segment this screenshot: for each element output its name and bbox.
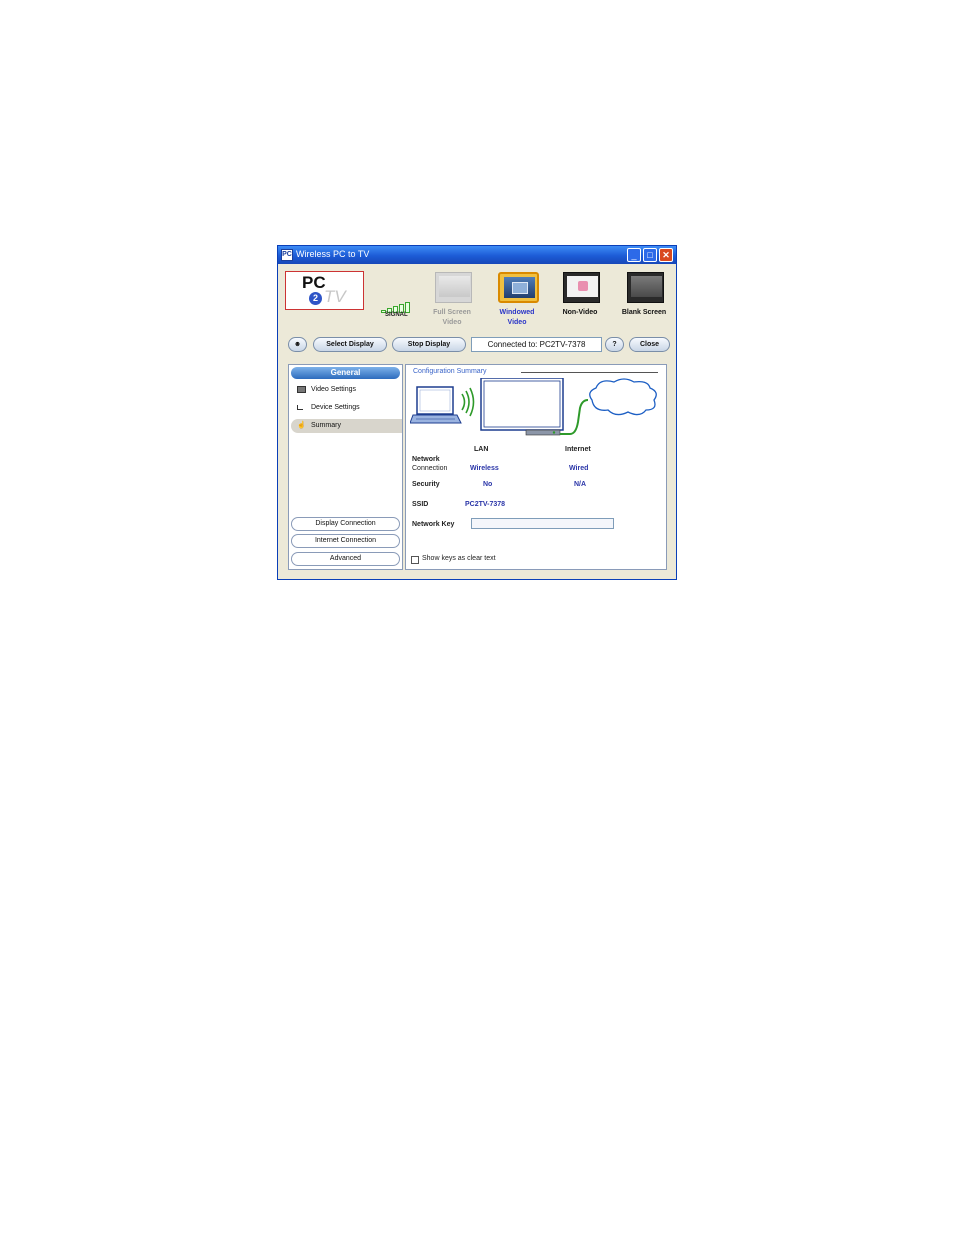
stop-display-button[interactable]: Stop Display <box>392 337 466 352</box>
tv-icon <box>480 378 564 436</box>
ssid-value: PC2TV-7378 <box>465 501 506 508</box>
network-key-field[interactable] <box>471 518 614 529</box>
show-keys-label[interactable]: Show keys as clear text <box>422 555 496 562</box>
sidebar-item-label: Video Settings <box>311 386 357 393</box>
ssid-label: SSID <box>412 501 429 508</box>
internet-connection-value: Wired <box>569 465 589 472</box>
internet-cloud-icon <box>589 378 657 416</box>
security-label: Security <box>412 481 440 488</box>
configuration-summary-title: Configuration Summary <box>413 368 487 375</box>
sidebar-header-general[interactable]: General <box>291 367 400 379</box>
mode-full-screen-video[interactable]: Full Screen Video <box>422 270 482 330</box>
user-profile-button[interactable]: ☻ <box>288 337 307 352</box>
summary-hand-icon: ☝ <box>297 422 306 429</box>
network-diagram <box>410 378 657 436</box>
full-screen-video-icon <box>435 272 472 303</box>
title-divider <box>521 372 658 373</box>
mode-label: Video <box>507 319 527 326</box>
maximize-button[interactable]: □ <box>643 248 657 262</box>
close-button[interactable]: Close <box>629 337 670 352</box>
ethernet-cable-icon <box>560 399 589 435</box>
title-bar[interactable]: PC Wireless PC to TV _ □ ✕ <box>278 246 676 264</box>
device-settings-icon <box>297 405 303 410</box>
sidebar-item-device-settings[interactable]: Device Settings <box>291 401 402 415</box>
sidebar-item-video-settings[interactable]: Video Settings <box>291 383 402 397</box>
minimize-button[interactable]: _ <box>627 248 641 262</box>
mode-label: Non-Video <box>562 309 598 316</box>
mode-label: Video <box>442 319 462 326</box>
windowed-video-icon <box>498 272 539 303</box>
user-icon: ☻ <box>293 341 302 348</box>
mode-label: Windowed <box>499 309 535 316</box>
internet-connection-button[interactable]: Internet Connection <box>291 534 400 548</box>
help-icon: ? <box>612 341 617 348</box>
window-title: Wireless PC to TV <box>296 249 370 259</box>
logo-two-badge: 2 <box>309 292 322 305</box>
logo-tv-text: TV <box>324 287 346 306</box>
show-keys-checkbox[interactable] <box>411 556 419 564</box>
app-window: PC Wireless PC to TV _ □ ✕ PC 2 TV SIGNA… <box>277 245 677 580</box>
video-settings-icon <box>297 386 306 393</box>
select-display-button[interactable]: Select Display <box>313 337 387 352</box>
lan-connection-value: Wireless <box>470 465 499 472</box>
signal-indicator: SIGNAL <box>381 298 417 322</box>
column-header-lan: LAN <box>474 446 489 453</box>
sidebar-item-label: Device Settings <box>311 404 360 411</box>
column-header-internet: Internet <box>565 446 591 453</box>
mode-blank-screen[interactable]: Blank Screen <box>614 270 674 330</box>
non-video-icon <box>563 272 600 303</box>
network-connection-label: Network <box>412 456 440 463</box>
connection-status: Connected to: PC2TV-7378 <box>471 337 602 352</box>
logo-pc-text: PC <box>302 273 326 292</box>
internet-security-value: N/A <box>574 481 587 488</box>
mode-label: Full Screen <box>433 309 471 316</box>
blank-screen-icon <box>627 272 664 303</box>
mode-windowed-video[interactable]: Windowed Video <box>487 270 547 330</box>
sidebar: General Video Settings Device Settings ☝… <box>288 364 403 570</box>
lan-security-value: No <box>483 481 493 488</box>
wireless-signal-icon <box>461 387 475 417</box>
pc2tv-logo: PC 2 TV <box>285 271 364 310</box>
display-connection-button[interactable]: Display Connection <box>291 517 400 531</box>
network-key-label: Network Key <box>412 521 455 528</box>
advanced-button[interactable]: Advanced <box>291 552 400 566</box>
sidebar-item-label: Summary <box>311 422 341 429</box>
mode-non-video[interactable]: Non-Video <box>550 270 610 330</box>
help-button[interactable]: ? <box>605 337 624 352</box>
signal-label: SIGNAL <box>385 312 408 318</box>
sidebar-item-summary[interactable]: ☝ Summary <box>291 419 402 433</box>
app-icon: PC <box>281 249 293 261</box>
configuration-summary-panel: Configuration Summary LAN Internet Netwo… <box>405 364 667 570</box>
laptop-icon <box>410 386 462 424</box>
close-window-button[interactable]: ✕ <box>659 248 673 262</box>
network-connection-label: Connection <box>412 465 448 472</box>
mode-label: Blank Screen <box>621 309 667 316</box>
